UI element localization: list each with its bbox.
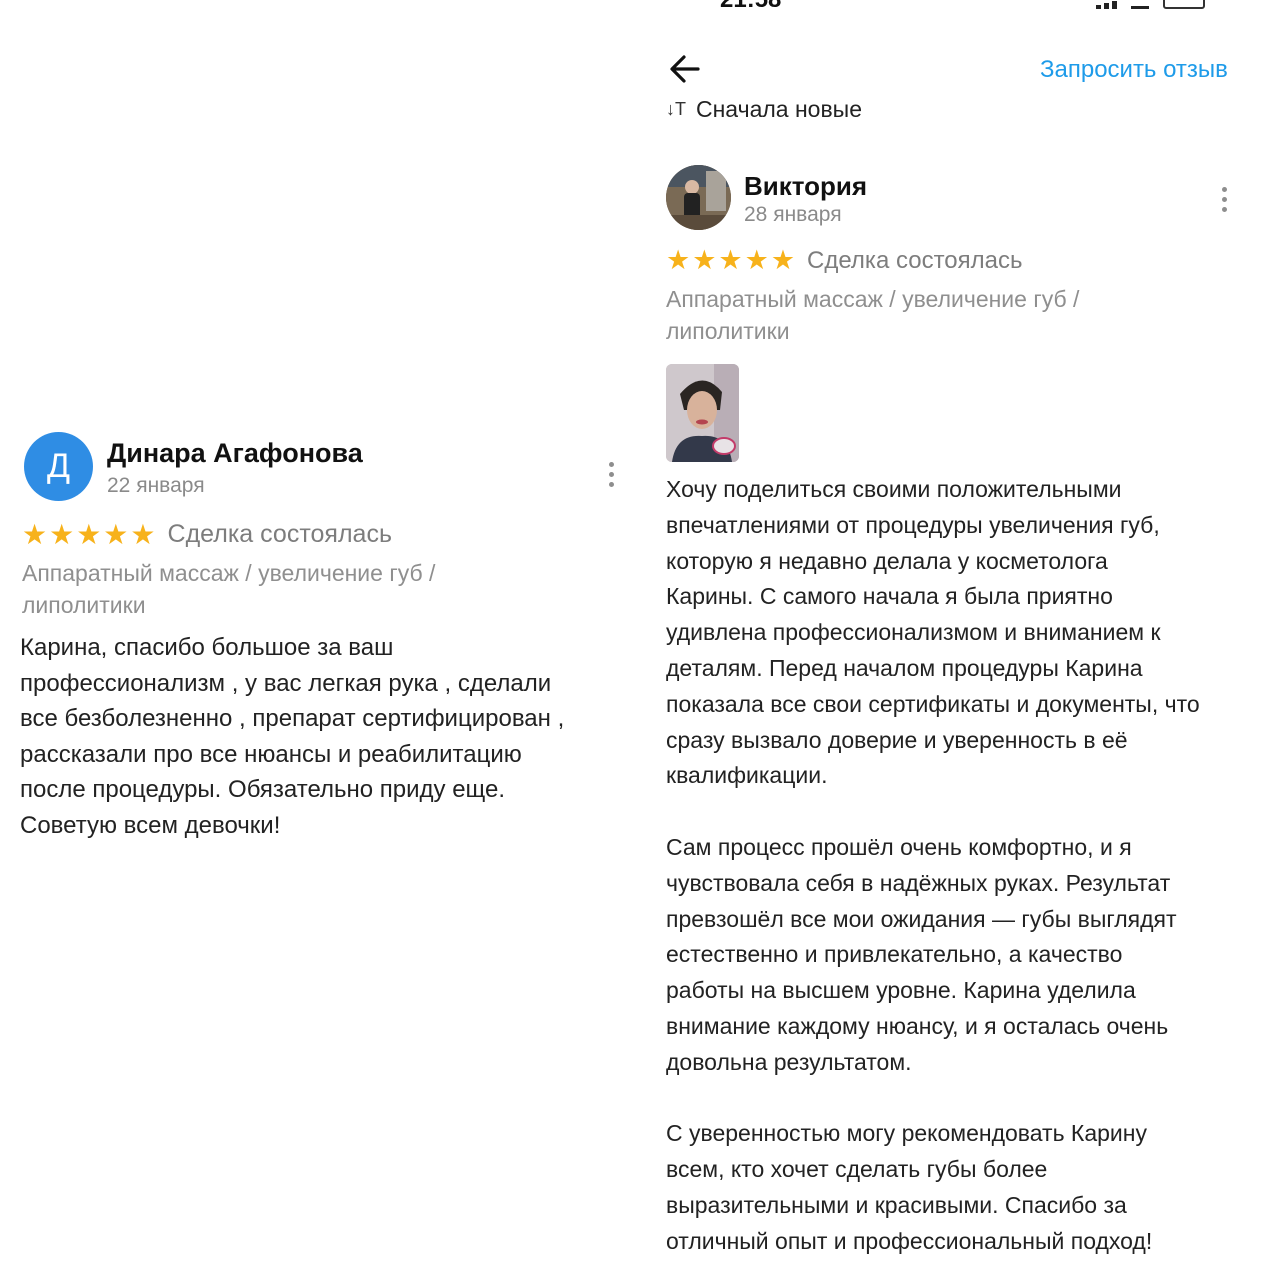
review-line: Хочу поделиться своими положительными <box>666 476 1122 502</box>
more-options-icon[interactable] <box>609 462 614 487</box>
review-line: впечатлениями от процедуры увеличения гу… <box>666 511 1160 538</box>
review-date: 22 января <box>107 474 205 497</box>
deal-status: Сделка состоялась <box>167 520 392 548</box>
status-time: 21:58 <box>720 0 781 14</box>
review-line: превзошёл все мои ожидания — губы выгляд… <box>666 905 1177 932</box>
rating-row: ★★★★★ Сделка состоялась <box>22 518 392 551</box>
rating-row: ★★★★★ Сделка состоялась <box>666 245 1023 276</box>
review-line: Сам процесс прошёл очень комфортно, и я <box>666 833 1132 860</box>
review-line: естественно и привлекательно, а качество <box>666 941 1123 968</box>
back-arrow-icon[interactable] <box>668 52 704 86</box>
review-line: все безболезненно , препарат сертифициро… <box>20 705 565 733</box>
avatar <box>666 165 731 230</box>
review-text: Карина, спасибо большое за ваш профессио… <box>20 630 640 843</box>
review-line: Карины. С самого начала я была приятно <box>666 583 1113 610</box>
sort-button[interactable]: ↓T Сначала новые <box>666 96 862 123</box>
review-line: Карина, спасибо большое за ваш <box>20 634 394 661</box>
review-line: сразу вызвало доверие и уверенность в её <box>666 726 1128 753</box>
star-rating: ★★★★★ <box>666 245 798 275</box>
review-line: чувствовала себя в надёжных руках. Резул… <box>666 869 1171 896</box>
sort-icon: ↓T <box>666 99 686 119</box>
avatar: Д <box>24 432 93 501</box>
review-line: удивлена профессионализмом и вниманием к <box>666 619 1161 646</box>
review-line: рассказали про все нюансы и реабилитацию <box>20 740 522 768</box>
review-line: Советую всем девочки! <box>20 811 281 839</box>
signal-icon <box>1096 1 1117 9</box>
deal-status: Сделка состоялась <box>807 246 1023 274</box>
status-icons <box>1096 0 1205 9</box>
review-line: выразительными и красивыми. Спасибо за <box>666 1191 1127 1218</box>
review-author[interactable]: Динара Агафонова <box>107 438 363 469</box>
review-line: всем, кто хочет сделать губы более <box>666 1156 1048 1183</box>
more-options-icon[interactable] <box>1222 187 1227 212</box>
review-line: квалификации. <box>666 762 828 789</box>
request-review-link[interactable]: Запросить отзыв <box>1040 56 1228 84</box>
review-author[interactable]: Виктория <box>744 171 867 202</box>
review-line: профессионализм , у вас легкая рука , сд… <box>20 669 552 697</box>
review-line: отличный опыт и профессиональный подход! <box>666 1227 1153 1254</box>
review-line: деталям. Перед началом процедуры Карина <box>666 654 1143 681</box>
sort-label: Сначала новые <box>696 96 863 122</box>
review-photo-thumbnail[interactable] <box>666 364 739 462</box>
service-line: липолитики <box>22 591 146 618</box>
service-line: Аппаратный массаж / увеличение губ / <box>666 286 1080 312</box>
service-tags: Аппаратный массаж / увеличение губ / лип… <box>22 558 435 621</box>
wifi-icon <box>1131 0 1149 9</box>
battery-icon <box>1163 0 1205 9</box>
star-rating: ★★★★★ <box>22 519 158 550</box>
review-date: 28 января <box>744 203 842 226</box>
review-line: которую я недавно делала у косметолога <box>666 547 1108 574</box>
review-card-dinara: Д Динара Агафонова 22 января ★★★★★ Сделк… <box>20 432 640 872</box>
review-line <box>666 794 1266 830</box>
review-line: внимание каждому нюансу, и я осталась оч… <box>666 1012 1169 1039</box>
review-line: после процедуры. Обязательно приду еще. <box>20 776 506 804</box>
review-text: Хочу поделиться своими положительными вп… <box>666 472 1266 1260</box>
review-line: работы на высшем уровне. Карина уделила <box>666 977 1136 1004</box>
review-line: показала все свои сертификаты и документ… <box>666 690 1200 717</box>
service-line: липолитики <box>666 317 790 344</box>
review-line: довольна результатом. <box>666 1048 912 1075</box>
review-line: С уверенностью могу рекомендовать Карину <box>666 1120 1147 1147</box>
service-line: Аппаратный массаж / увеличение губ / <box>22 560 436 586</box>
review-line <box>666 1081 1266 1117</box>
service-tags: Аппаратный массаж / увеличение губ / лип… <box>666 284 1079 347</box>
